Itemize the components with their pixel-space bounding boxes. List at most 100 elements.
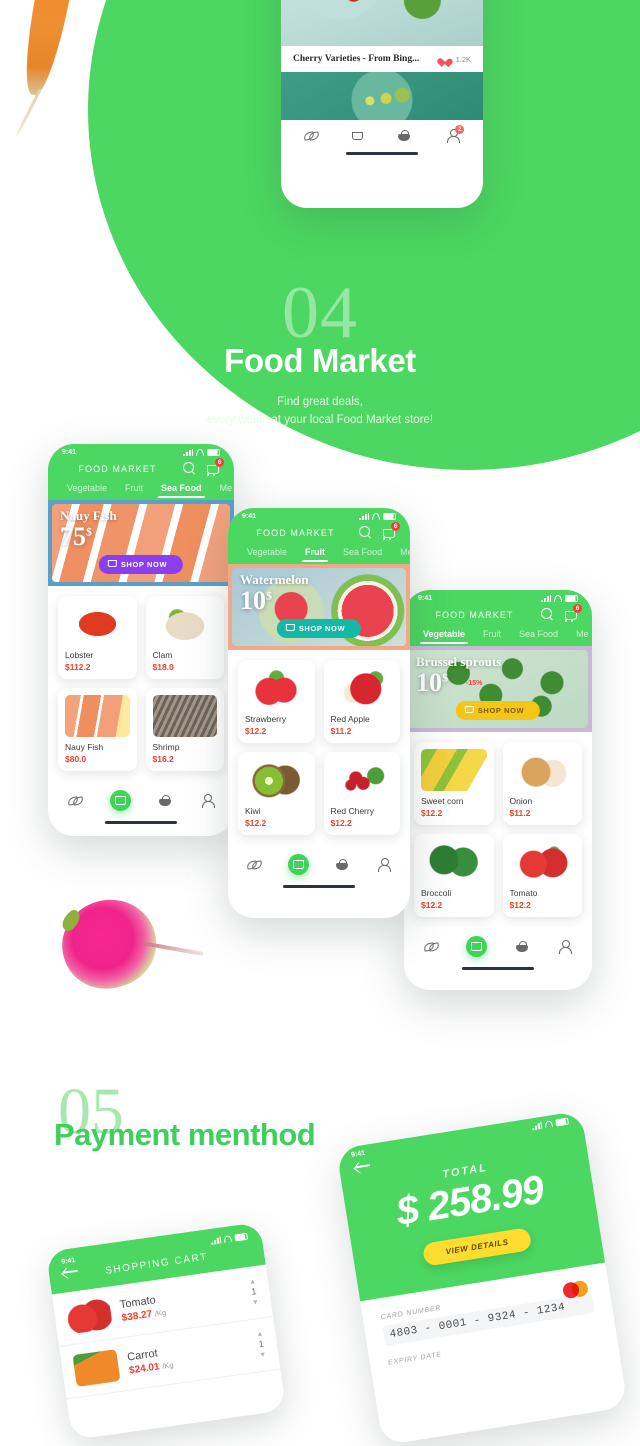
product-name: Clam: [152, 650, 173, 660]
feed-bottom-nav: 2: [281, 120, 483, 147]
feed-phone: Cherry Varieties - From Bing... 1.2K 2: [281, 0, 483, 208]
tab-meat[interactable]: Me: [211, 479, 234, 500]
banner-currency: $: [86, 524, 92, 539]
cart-icon[interactable]: 6: [564, 604, 582, 622]
tab-seafood[interactable]: Sea Food: [152, 479, 211, 500]
tab-fruit[interactable]: Fruit: [296, 543, 334, 564]
heart-icon[interactable]: [440, 55, 450, 64]
feed-like-count: 1.2K: [455, 54, 471, 64]
cart-icon-active[interactable]: [466, 936, 488, 957]
search-icon[interactable]: [182, 462, 196, 475]
tab-vegetable[interactable]: Vegetable: [58, 479, 116, 500]
product-price: $12.2: [330, 818, 352, 828]
shop-now-button[interactable]: SHOP NOW: [276, 619, 362, 638]
tab-meat[interactable]: Me: [391, 543, 410, 564]
home-indicator: [346, 152, 418, 155]
signal-icon: [359, 513, 369, 520]
section-food-market: 04 Food Market Find great deals, every w…: [0, 272, 640, 430]
status-time: 9:41: [418, 595, 433, 602]
basket-icon[interactable]: [335, 858, 350, 871]
product-card[interactable]: Red Cherry $12.2: [323, 752, 400, 835]
back-arrow-icon[interactable]: [354, 1160, 371, 1172]
leaf-icon[interactable]: [247, 858, 262, 871]
section-title: Payment menthod: [54, 1116, 316, 1152]
cart-icon-active[interactable]: [109, 790, 131, 811]
section-number: 04: [282, 272, 358, 354]
banner-price: 75$: [60, 522, 92, 552]
leaf-icon[interactable]: [304, 129, 319, 142]
seafood-appbar: 9:41 FOOD MARKET 6 Vegetable Fruit Sea F…: [48, 444, 234, 500]
cart-item-info: Tomato $38.27 /Kg: [119, 1293, 167, 1324]
shop-now-button[interactable]: SHOP NOW: [455, 701, 541, 720]
product-name: Kiwi: [245, 806, 261, 816]
fruit-product-grid: Strawberry $12.2 Red Apple $11.2 Kiwi $1…: [228, 650, 410, 845]
product-name: Broccoli: [421, 888, 452, 898]
subtitle-line-2: every week, at your local Food Market st…: [206, 414, 434, 427]
status-bar: 9:41: [228, 508, 410, 520]
cart-thumb-tomato: [65, 1296, 114, 1335]
view-details-button[interactable]: VIEW DETAILS: [422, 1227, 532, 1267]
fruit-banner[interactable]: Watermelon 10$ SHOP NOW: [228, 564, 410, 650]
stepper-down-icon[interactable]: ▼: [251, 1298, 260, 1308]
user-icon[interactable]: [376, 858, 391, 872]
product-price: $12.2: [421, 808, 443, 818]
cart-icon[interactable]: 6: [206, 458, 224, 476]
tab-vegetable[interactable]: Vegetable: [414, 625, 474, 646]
tab-vegetable[interactable]: Vegetable: [238, 543, 296, 564]
product-card[interactable]: Broccoli $12.2: [414, 834, 494, 917]
leaf-icon[interactable]: [424, 940, 439, 953]
product-card[interactable]: Strawberry $12.2: [238, 660, 315, 743]
product-card[interactable]: Clam $18.0: [145, 596, 224, 679]
banner-price-value: 75: [60, 522, 86, 551]
cart-icon-active[interactable]: [288, 854, 309, 875]
cart-icon[interactable]: 6: [382, 522, 400, 540]
product-price: $12.2: [245, 818, 267, 828]
product-card[interactable]: Sweet corn $12.2: [414, 742, 494, 825]
fruit-header: FOOD MARKET 6: [228, 520, 410, 543]
quantity-stepper[interactable]: ▲ 1 ▼: [256, 1330, 267, 1361]
user-icon[interactable]: [200, 794, 215, 808]
product-card[interactable]: Lobster $112.2: [58, 596, 137, 679]
quantity-stepper[interactable]: ▲ 1 ▼: [248, 1277, 260, 1308]
shop-now-button[interactable]: SHOP NOW: [98, 555, 184, 574]
product-thumb-lobster: [65, 603, 130, 645]
cart-thumb-carrot: [72, 1349, 121, 1387]
wifi-icon: [554, 595, 562, 602]
section-payment-method: 05 Payment menthod: [54, 1079, 316, 1153]
wifi-icon: [223, 1234, 233, 1244]
vegetable-banner[interactable]: Brussel sprouts 10$ -15% SHOP NOW: [404, 646, 592, 732]
product-card[interactable]: Tomato $12.2: [502, 834, 582, 917]
product-card[interactable]: Shrimp $16.2: [145, 688, 224, 771]
product-card[interactable]: Red Apple $11.2: [323, 660, 400, 743]
cart-icon[interactable]: [352, 131, 364, 140]
tab-fruit[interactable]: Fruit: [116, 479, 152, 500]
product-card[interactable]: Onion $11.2: [502, 742, 582, 825]
seafood-banner[interactable]: Nauy Fish 75$ SHOP NOW: [48, 500, 234, 586]
product-thumb-strawberry: [245, 667, 308, 709]
status-icons: [541, 595, 578, 602]
search-icon[interactable]: [540, 608, 554, 621]
status-bar: 9:41: [48, 444, 234, 456]
product-price: $11.2: [330, 726, 352, 736]
category-tabs: Vegetable Fruit Sea Food Me: [48, 479, 234, 500]
tab-meat[interactable]: Me: [567, 625, 592, 646]
leaf-icon[interactable]: [68, 794, 83, 807]
battery-icon: [207, 449, 220, 456]
product-card[interactable]: Kiwi $12.2: [238, 752, 315, 835]
tab-seafood[interactable]: Sea Food: [334, 543, 391, 564]
product-price: $12.2: [421, 900, 443, 910]
signal-icon: [210, 1236, 222, 1245]
product-card[interactable]: Nauy Fish $80.0: [58, 688, 137, 771]
tab-seafood[interactable]: Sea Food: [510, 625, 567, 646]
basket-icon[interactable]: [397, 129, 412, 142]
search-icon[interactable]: [358, 526, 372, 539]
stepper-down-icon[interactable]: ▼: [259, 1350, 267, 1360]
wifi-icon: [544, 1120, 554, 1129]
banner-currency: $: [442, 670, 448, 685]
user-icon[interactable]: [557, 940, 573, 954]
product-thumb-nauyfish: [65, 695, 130, 737]
basket-icon[interactable]: [515, 940, 530, 953]
user-icon[interactable]: 2: [445, 125, 465, 143]
basket-icon[interactable]: [158, 794, 173, 807]
tab-fruit[interactable]: Fruit: [474, 625, 510, 646]
